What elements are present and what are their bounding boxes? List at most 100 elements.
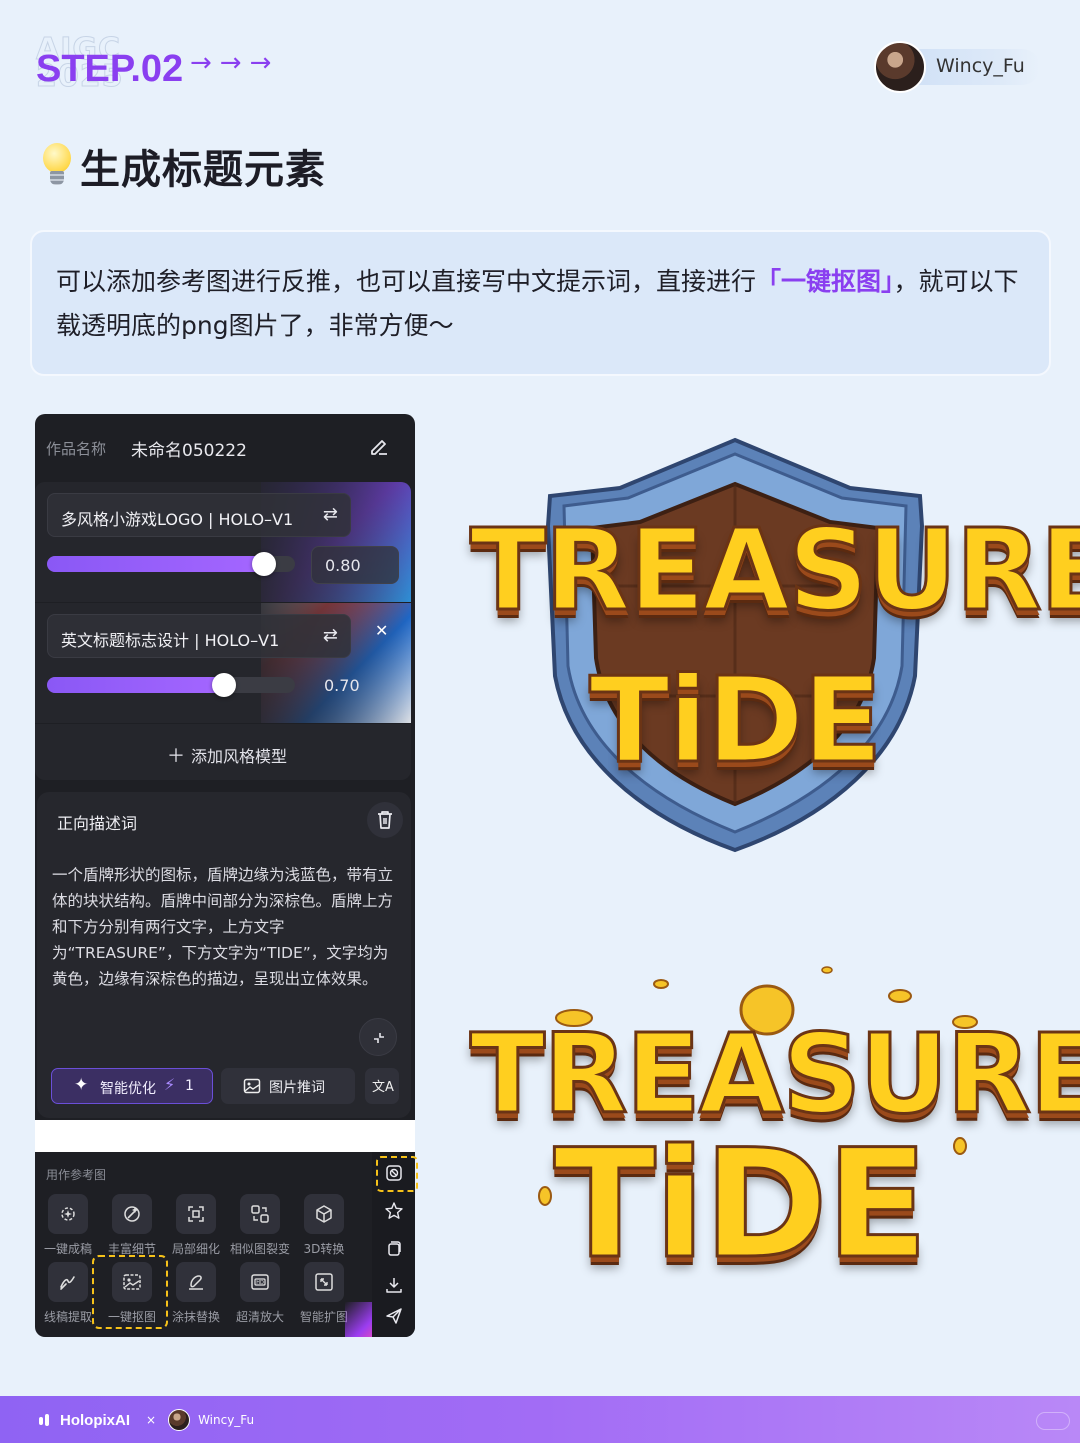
hd-icon: HD (251, 1274, 269, 1290)
highlight-frame-cutout-action (376, 1156, 418, 1192)
weight-slider[interactable] (47, 552, 295, 576)
optimize-label: 智能优化 (100, 1081, 156, 1097)
bolt-icon: ⚡ (164, 1075, 176, 1094)
description-part1: 可以添加参考图进行反推，也可以直接写中文提示词，直接进行 (56, 267, 757, 296)
sparkle-circle-icon (61, 1207, 75, 1221)
work-name-value[interactable]: 未命名050222 (131, 436, 247, 461)
logo-shield-version: TREASURE TiDE (469, 436, 1080, 856)
lightbulb-icon (40, 141, 74, 191)
style-model-2: 英文标题标志设计 | HOLO–V1 ⇄ ✕ 0.70 (35, 603, 411, 723)
cube-3d-icon (316, 1205, 332, 1223)
collapse-icon (374, 1033, 384, 1043)
model-name: 英文标题标志设计 | HOLO–V1 (61, 631, 280, 650)
send-icon[interactable] (383, 1305, 405, 1327)
swap-icon[interactable]: ⇄ (323, 625, 338, 646)
add-style-label: ＋ 添加风格模型 (167, 742, 287, 768)
times-sign: × (146, 1413, 157, 1427)
tool-similar-split[interactable]: 相似图裂变 (228, 1194, 292, 1260)
expand-icon (315, 1273, 333, 1291)
page-title: 生成标题元素 (80, 147, 326, 193)
tool-label: 局部细化 (171, 1242, 220, 1256)
model-name: 多风格小游戏LOGO | HOLO–V1 (61, 510, 294, 529)
footer-user: Wincy_Fu (198, 1413, 255, 1427)
tool-3d-convert[interactable]: 3D转换 (292, 1194, 356, 1260)
weight-value-text: 0.80 (325, 556, 361, 575)
tool-label: 超清放大 (235, 1310, 284, 1324)
smart-optimize-button[interactable]: ✦ 智能优化 ⚡ 1 (51, 1068, 213, 1104)
section-title: 生成标题元素 (40, 138, 326, 194)
image-prompt-label: 图片推词 (269, 1080, 325, 1096)
svg-text:HD: HD (256, 1280, 264, 1286)
split-image-icon (251, 1205, 269, 1223)
slider-fill (47, 677, 224, 693)
footer-avatar (168, 1409, 191, 1431)
tool-label: 线稿提取 (43, 1310, 92, 1324)
magic-wand-icon (124, 1206, 140, 1222)
image-prompt-button[interactable]: 图片推词 (221, 1068, 355, 1104)
prompt-heading: 正向描述词 (57, 814, 138, 833)
tool-label: 3D转换 (303, 1242, 345, 1256)
arrow-icons: →→→ (190, 48, 280, 78)
collapse-button[interactable] (359, 1018, 397, 1056)
star-icon[interactable] (383, 1200, 405, 1222)
tool-smear-replace[interactable]: 涂抹替换 (164, 1262, 228, 1328)
focus-frame-icon (188, 1206, 204, 1222)
description-highlight: 「一键抠图」 (756, 267, 894, 296)
sparkle-icon: ✦ (74, 1075, 89, 1095)
avatar (874, 41, 926, 93)
logo-line-1: TREASURE (469, 1010, 1080, 1138)
slider-knob[interactable] (252, 552, 276, 576)
trash-icon (378, 811, 392, 829)
slider-knob[interactable] (212, 673, 236, 697)
style-model-1: 多风格小游戏LOGO | HOLO–V1 ⇄ 0.80 (35, 482, 411, 602)
weight-value[interactable]: 0.80 (311, 546, 399, 584)
tool-line-extract[interactable]: 线稿提取 (36, 1262, 100, 1328)
prompt-textarea[interactable]: 一个盾牌形状的图标，盾牌边缘为浅蓝色，带有立体的块状结构。盾牌中间部分为深棕色。… (52, 862, 398, 992)
slider-fill (47, 556, 264, 572)
editor-panel: 作品名称 未命名050222 多风格小游戏LOGO | HOLO–V1 ⇄ 0.… (35, 414, 415, 1122)
work-name-label: 作品名称 (46, 440, 107, 458)
tool-local-refine[interactable]: 局部细化 (164, 1194, 228, 1260)
step-title: STEP.02 (36, 48, 184, 90)
model-selector[interactable]: 多风格小游戏LOGO | HOLO–V1 ⇄ (47, 493, 351, 537)
close-icon[interactable]: ✕ (375, 621, 388, 640)
highlight-frame-cutout-tool (92, 1255, 168, 1329)
add-style-text: 添加风格模型 (191, 747, 288, 766)
footer-bar: HolopixAI × Wincy_Fu (0, 1396, 1080, 1443)
download-icon[interactable] (383, 1274, 405, 1296)
watermark-badge (1036, 1412, 1070, 1430)
add-style-model-button[interactable]: ＋ 添加风格模型 (35, 724, 411, 780)
user-chip[interactable]: Wincy_Fu (874, 41, 1044, 93)
description-card: 可以添加参考图进行反推，也可以直接写中文提示词，直接进行「一键抠图」，就可以下载… (30, 230, 1051, 376)
weight-slider[interactable] (47, 673, 295, 697)
logo-line-2: TiDE (552, 1118, 930, 1292)
plus-icon: ＋ (167, 746, 185, 767)
optimize-count: 1 (185, 1078, 194, 1094)
user-name: Wincy_Fu (936, 55, 1025, 77)
copy-icon[interactable] (383, 1237, 405, 1259)
model-selector[interactable]: 英文标题标志设计 | HOLO–V1 ⇄ (47, 614, 351, 658)
tool-label: 涂抹替换 (171, 1310, 220, 1324)
brand-name: HolopixAI (60, 1411, 130, 1429)
weight-value[interactable]: 0.70 (311, 667, 399, 705)
edit-icon[interactable] (367, 434, 391, 458)
shield-graphic (545, 437, 925, 853)
tool-auto-draft[interactable]: 一键成稿 (36, 1194, 100, 1260)
description-text: 可以添加参考图进行反推，也可以直接写中文提示词，直接进行「一键抠图」，就可以下载… (56, 260, 1025, 348)
translate-icon: 文A (372, 1080, 394, 1095)
translate-button[interactable]: 文A (365, 1068, 399, 1104)
holopix-logo-icon (38, 1412, 52, 1428)
swap-icon[interactable]: ⇄ (323, 504, 338, 525)
weight-value-text: 0.70 (324, 676, 360, 695)
footer-brand: HolopixAI × Wincy_Fu (38, 1409, 254, 1431)
line-draw-icon (60, 1276, 75, 1290)
logo-line-1: TREASURE (469, 505, 1080, 638)
logo-coins-version: TREASURE TiDE (469, 960, 1080, 1300)
trash-button[interactable] (367, 802, 403, 838)
tool-enrich-details[interactable]: 丰富细节 (100, 1194, 164, 1260)
prompt-card: 正向描述词 一个盾牌形状的图标，盾牌边缘为浅蓝色，带有立体的块状结构。盾牌中间部… (37, 792, 411, 1118)
tool-hd-upscale[interactable]: HD 超清放大 (228, 1262, 292, 1328)
tool-label: 相似图裂变 (229, 1242, 290, 1256)
divider (35, 1120, 415, 1152)
image-icon (243, 1078, 261, 1094)
